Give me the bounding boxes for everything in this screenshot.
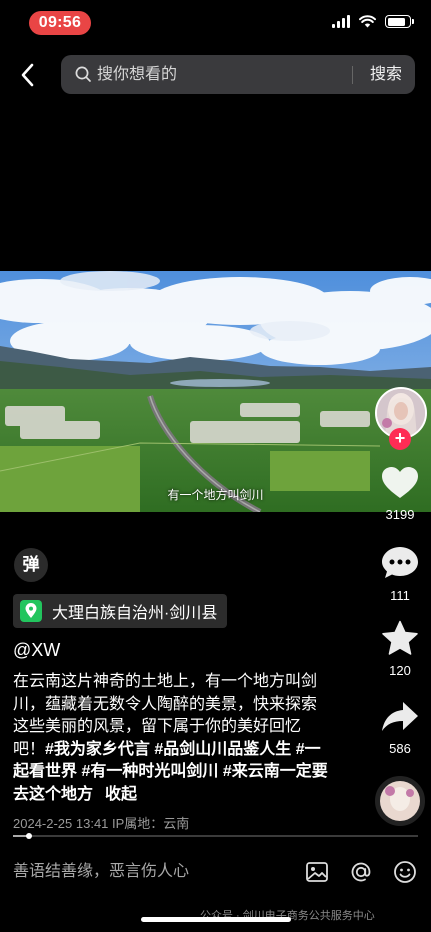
status-time: 09:56 [29, 11, 91, 35]
search-box[interactable]: 搜索 [61, 55, 415, 94]
video-description: 在云南这片神奇的土地上，有一个地方叫剑川，蕴藏着无数令人陶醉的美景，快来探索这些… [13, 671, 331, 806]
comment-count: 111 [390, 588, 410, 603]
location-tag[interactable]: 大理白族自治州·剑川县 [13, 594, 228, 628]
video-frame [0, 271, 431, 512]
progress-handle[interactable] [26, 833, 33, 839]
share-icon [382, 702, 418, 731]
collapse-button[interactable]: 收起 [105, 786, 137, 803]
author-name[interactable]: @XW [13, 640, 60, 661]
favorite-count: 120 [389, 663, 411, 678]
like-action[interactable]: 3199 [370, 466, 430, 522]
wifi-icon [359, 15, 376, 28]
hashtag[interactable]: #有一种时光叫剑川 [81, 763, 218, 780]
danmaku-toggle-button[interactable]: 弹 [14, 548, 48, 582]
video-subtitle: 有一个地方叫剑川 [167, 488, 264, 502]
home-indicator[interactable] [141, 917, 291, 922]
post-meta: 2024-2-25 13:41 IP属地：云南 [13, 816, 190, 831]
image-icon[interactable] [304, 859, 330, 885]
like-count: 3199 [385, 507, 415, 522]
battery-icon [385, 15, 414, 28]
hashtag[interactable]: #我为家乡代言 [45, 741, 150, 758]
comment-input[interactable] [13, 860, 283, 884]
music-disc[interactable] [375, 776, 425, 826]
video-progress-bar[interactable] [13, 833, 418, 839]
back-button[interactable] [14, 60, 40, 90]
search-divider [352, 66, 353, 84]
star-icon [382, 620, 418, 655]
follow-button[interactable]: + [389, 428, 411, 450]
location-text: 大理白族自治州·剑川县 [52, 605, 218, 622]
at-icon[interactable] [348, 859, 374, 885]
cellular-signal-icon [332, 15, 350, 28]
music-cover-image [380, 781, 420, 821]
video-player[interactable] [0, 271, 431, 512]
status-icons [332, 15, 414, 28]
comment-icon [382, 547, 418, 578]
search-button[interactable]: 搜索 [361, 55, 411, 94]
favorite-action[interactable]: 120 [370, 620, 430, 678]
location-pin-icon [20, 600, 42, 622]
status-bar: 09:56 [0, 0, 431, 46]
comment-bar [0, 850, 431, 894]
share-action[interactable]: 586 [370, 700, 430, 756]
hashtag[interactable]: #品剑山川品鉴人生 [154, 741, 291, 758]
comment-action[interactable]: 111 [370, 545, 430, 603]
search-input[interactable] [97, 55, 347, 94]
share-count: 586 [389, 741, 411, 756]
emoji-icon[interactable] [392, 859, 418, 885]
heart-icon [382, 467, 418, 498]
back-icon [21, 63, 34, 87]
search-icon [75, 66, 91, 82]
